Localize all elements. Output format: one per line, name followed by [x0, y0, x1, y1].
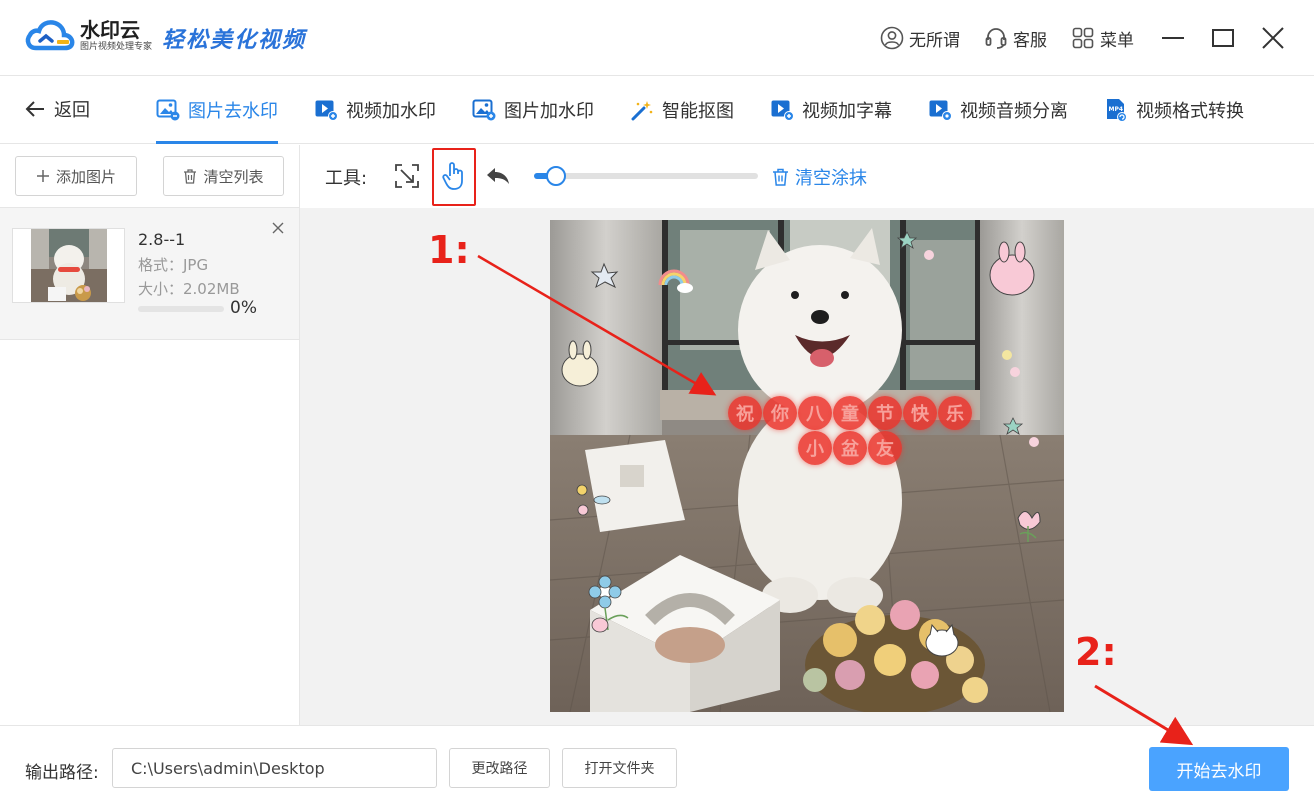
slogan: 轻松美化视频	[162, 27, 307, 53]
headset-icon	[985, 28, 1007, 49]
close-icon	[272, 222, 284, 234]
trash-icon	[773, 168, 788, 186]
app-logo: 水印云 图片视频处理专家	[24, 16, 152, 56]
remove-file-button[interactable]	[268, 218, 288, 238]
output-bar: 输出路径: 更改路径 打开文件夹 开始去水印	[0, 725, 1314, 810]
minimize-button[interactable]	[1148, 0, 1198, 76]
nav-bar: 返回 图片去水印 视频加水印 图片加水印 智能抠图 视频加字幕 视频音频分离 M…	[0, 76, 1314, 144]
file-list-panel: 添加图片 清空列表 2.8--1 格式：JPG 大小：2.02MB 0%	[0, 145, 300, 725]
minimize-icon	[1162, 37, 1184, 39]
file-name: 2.8--1	[138, 230, 186, 249]
trash-icon	[184, 168, 197, 184]
arrow-left-icon	[25, 101, 44, 117]
image-preview-canvas[interactable]: 祝你八童节快乐 小盆友	[550, 220, 1064, 712]
watermark-char: 你	[763, 396, 797, 430]
watermark-char: 祝	[728, 396, 762, 430]
tool-label: 工具:	[325, 168, 368, 189]
tab-label: 图片去水印	[188, 101, 278, 122]
tab-label: 图片加水印	[504, 101, 594, 122]
brush-paint-tool[interactable]	[440, 161, 468, 191]
tab-label: 视频音频分离	[960, 101, 1068, 122]
select-area-tool[interactable]	[393, 161, 421, 191]
clear-paint-button[interactable]: 清空涂抹	[772, 164, 867, 190]
maximize-button[interactable]	[1198, 0, 1248, 76]
file-list-item[interactable]: 2.8--1 格式：JPG 大小：2.02MB 0%	[0, 207, 299, 340]
add-image-label: 添加图片	[55, 167, 116, 186]
watermark-char: 乐	[938, 396, 972, 430]
watermark-char: 快	[903, 396, 937, 430]
tab-label: 视频加字幕	[802, 101, 892, 122]
file-progress-bar	[138, 306, 224, 312]
menu-label: 菜单	[1100, 30, 1134, 51]
image-icon	[156, 99, 180, 121]
tab-video-audio-separate[interactable]: 视频音频分离	[928, 76, 1068, 144]
video-icon	[771, 100, 794, 121]
watermark-char: 童	[833, 396, 867, 430]
output-path-label: 输出路径:	[25, 763, 99, 783]
tab-label: 视频加水印	[346, 101, 436, 122]
dog-photo	[550, 220, 1064, 712]
watermark-banner-line1: 祝你八童节快乐	[728, 396, 973, 430]
watermark-char: 八	[798, 396, 832, 430]
file-thumbnail	[12, 228, 125, 303]
grid-menu-icon	[1072, 27, 1094, 49]
output-path-input[interactable]	[112, 748, 437, 788]
magic-wand-icon	[631, 101, 653, 121]
start-remove-watermark-button[interactable]: 开始去水印	[1149, 747, 1289, 791]
plus-icon	[36, 170, 49, 182]
watermark-banner-line2: 小盆友	[798, 431, 903, 465]
tab-video-add-subtitle[interactable]: 视频加字幕	[770, 76, 892, 144]
watermark-char: 友	[868, 431, 902, 465]
watermark-char: 节	[868, 396, 902, 430]
tab-image-add-watermark[interactable]: 图片加水印	[472, 76, 594, 144]
tab-label: 智能抠图	[662, 101, 734, 122]
user-icon	[880, 26, 904, 50]
close-window-button[interactable]	[1248, 0, 1298, 76]
image-icon	[472, 99, 496, 121]
add-image-button[interactable]: 添加图片	[15, 156, 137, 196]
undo-tool[interactable]	[484, 161, 512, 191]
menu-button[interactable]: 菜单	[1071, 26, 1134, 51]
file-size: 大小：2.02MB	[138, 280, 240, 298]
editor-area: 工具: 清空涂抹 祝 你 八 童 节 快 乐 小 盆 友	[300, 145, 1314, 725]
tab-label: 视频格式转换	[1136, 101, 1244, 122]
undo-icon	[487, 168, 509, 184]
hand-pointer-icon	[442, 162, 463, 190]
tab-image-remove-watermark[interactable]: 图片去水印	[156, 76, 278, 144]
clear-list-label: 清空列表	[203, 167, 264, 186]
svg-text:MP4: MP4	[1109, 106, 1124, 113]
customer-service-button[interactable]: 客服	[984, 26, 1047, 51]
open-folder-button[interactable]: 打开文件夹	[562, 748, 677, 788]
video-icon	[315, 100, 338, 121]
tab-video-add-watermark[interactable]: 视频加水印	[314, 76, 436, 144]
change-path-button[interactable]: 更改路径	[449, 748, 550, 788]
clear-list-button[interactable]: 清空列表	[163, 156, 284, 196]
back-button[interactable]: 返回	[24, 96, 90, 122]
brush-size-slider[interactable]	[534, 166, 758, 186]
watermark-char: 小	[798, 431, 832, 465]
mp4-file-icon: MP4	[1107, 99, 1127, 122]
app-subtitle: 图片视频处理专家	[80, 42, 153, 52]
user-name: 无所谓	[909, 30, 960, 51]
cloud-logo-icon	[25, 20, 75, 51]
user-account-button[interactable]: 无所谓	[880, 26, 960, 51]
maximize-icon	[1212, 29, 1234, 47]
crop-select-icon	[395, 164, 419, 188]
app-name: 水印云	[80, 18, 140, 42]
video-icon	[929, 100, 952, 121]
slider-handle[interactable]	[546, 166, 567, 186]
close-icon	[1262, 27, 1284, 49]
file-format: 格式：JPG	[138, 256, 209, 274]
tab-video-format-convert[interactable]: MP4 视频格式转换	[1104, 76, 1244, 144]
back-label: 返回	[54, 100, 90, 121]
clear-paint-label: 清空涂抹	[795, 168, 867, 189]
service-label: 客服	[1013, 30, 1047, 51]
dog-thumbnail-image	[30, 229, 107, 302]
watermark-char: 盆	[833, 431, 867, 465]
tab-smart-cutout[interactable]: 智能抠图	[630, 76, 734, 144]
editor-toolbar: 工具: 清空涂抹	[300, 145, 1314, 208]
title-bar: 水印云 图片视频处理专家 轻松美化视频 无所谓 客服 菜单	[0, 0, 1314, 76]
file-progress-text: 0%	[230, 298, 257, 318]
